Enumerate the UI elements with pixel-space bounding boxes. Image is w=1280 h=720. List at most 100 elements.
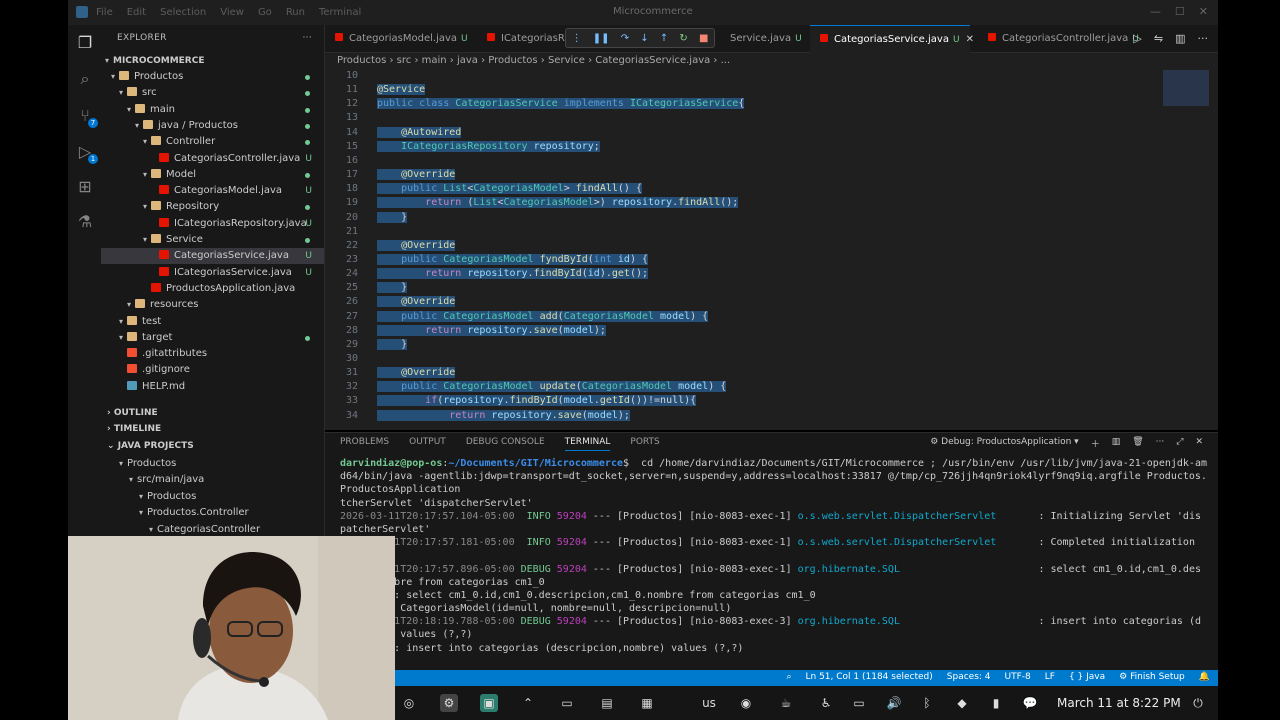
new-terminal-icon[interactable]: ＋ (1091, 437, 1100, 450)
menu-file[interactable]: File (96, 7, 113, 18)
panel-tab-problems[interactable]: PROBLEMS (340, 437, 389, 451)
recorder-app-icon[interactable]: ▤ (598, 694, 616, 712)
editor-tab[interactable]: Service.java U (720, 25, 810, 53)
tree-folder[interactable]: ▾ java / Productos (101, 118, 324, 134)
record-icon[interactable]: ◉ (737, 694, 755, 712)
tree-file[interactable]: CategoriasModel.java U (101, 183, 324, 199)
outline-section[interactable]: › OUTLINE (101, 405, 324, 421)
cursor-position[interactable]: Ln 51, Col 1 (1184 selected) (805, 672, 932, 682)
screen-app-icon[interactable]: ▭ (558, 694, 576, 712)
power-icon[interactable]: ⏻ (1189, 694, 1207, 712)
minimap[interactable] (1163, 70, 1209, 106)
code-line[interactable]: } (377, 281, 408, 295)
language-mode[interactable]: { } Java (1069, 672, 1105, 682)
indentation[interactable]: Spaces: 4 (947, 672, 991, 682)
code-line[interactable]: @Autowired (377, 126, 462, 140)
tree-folder[interactable]: ▾ src (101, 85, 324, 101)
wifi-icon[interactable]: ◆ (953, 694, 971, 712)
terminal-output[interactable]: darvindiaz@pop-os:~/Documents/GIT/Microc… (340, 457, 1210, 655)
more-actions-icon[interactable]: ··· (303, 25, 312, 51)
breadcrumb-item[interactable]: CategoriasService.java (595, 55, 710, 66)
editor-tab[interactable]: CategoriasController.java U (978, 25, 1139, 53)
timeline-section[interactable]: › TIMELINE (101, 421, 324, 437)
tree-file[interactable]: .gitignore (101, 362, 324, 378)
panel-tab-output[interactable]: OUTPUT (409, 437, 446, 451)
tree-file[interactable]: ICategoriasService.java U (101, 265, 324, 281)
battery-icon[interactable]: ▮ (987, 694, 1005, 712)
code-line[interactable]: @Override (377, 168, 456, 182)
menu-edit[interactable]: Edit (127, 7, 146, 18)
menu-go[interactable]: Go (258, 7, 272, 18)
split-editor-icon[interactable]: ▥ (1175, 32, 1185, 45)
trash-icon[interactable]: 🗑 (1132, 437, 1143, 450)
code-line[interactable]: return repository.save(model); (377, 324, 606, 338)
more-icon[interactable]: ··· (1156, 437, 1165, 450)
tree-folder[interactable]: ▾ resources (101, 297, 324, 313)
zoom-icon[interactable]: ⌕ (786, 672, 791, 682)
maximize-panel-icon[interactable]: ⤢ (1176, 437, 1183, 450)
java-project-item[interactable]: ▾ Productos (101, 456, 324, 472)
java-project-item[interactable]: ▾ src/main/java (101, 472, 324, 488)
stop-icon[interactable]: ■ (699, 33, 708, 44)
drag-handle-icon[interactable]: ⋮ (572, 33, 582, 44)
launcher-icon[interactable]: ◎ (400, 694, 418, 712)
project-header[interactable]: ▾ MICROCOMMERCE (101, 53, 324, 69)
keyboard-layout[interactable]: us (695, 694, 723, 712)
breadcrumb-item[interactable]: Service (548, 55, 585, 66)
code-line[interactable]: @Service (377, 83, 426, 97)
menu-run[interactable]: Run (286, 7, 305, 18)
coffee-icon[interactable]: ☕ (777, 694, 795, 712)
menu-selection[interactable]: Selection (160, 7, 206, 18)
explorer-icon[interactable]: ❐ (76, 34, 94, 52)
java-project-item[interactable]: ▾ Productos.Controller (101, 505, 324, 521)
settings-app-icon[interactable]: ⚙ (440, 694, 458, 712)
code-line[interactable]: if(repository.findById(model.getId())!=n… (377, 394, 697, 408)
tree-folder[interactable]: ▾ Controller (101, 134, 324, 150)
step-over-icon[interactable]: ↷ (621, 33, 629, 44)
tree-folder[interactable]: ▾ Repository (101, 199, 324, 215)
code-line[interactable]: } (377, 211, 408, 225)
breadcrumb-item[interactable]: Productos (337, 55, 386, 66)
display-icon[interactable]: ▭ (850, 694, 868, 712)
more-icon[interactable]: ··· (1198, 32, 1209, 45)
tree-folder[interactable]: ▾ Productos (101, 69, 324, 85)
code-line[interactable]: public CategoriasModel fyndById(int id) … (377, 253, 648, 267)
tree-file[interactable]: .gitattributes (101, 346, 324, 362)
tree-folder[interactable]: ▾ Model (101, 167, 324, 183)
volume-icon[interactable]: 🔊 (885, 694, 903, 712)
code-line[interactable]: } (377, 338, 408, 352)
code-line[interactable]: public CategoriasModel add(CategoriasMod… (377, 310, 709, 324)
breadcrumb-item[interactable]: ... (721, 55, 731, 66)
tree-folder[interactable]: ▾ main (101, 102, 324, 118)
menu-view[interactable]: View (220, 7, 244, 18)
tree-folder[interactable]: ▾ Service (101, 232, 324, 248)
split-terminal-icon[interactable]: ▥ (1112, 437, 1121, 450)
bluetooth-icon[interactable]: ᛒ (918, 694, 936, 712)
source-control-icon[interactable]: ⑂ 7 (76, 107, 98, 128)
tree-file[interactable]: ICategoriasRepository.java U (101, 216, 324, 232)
accessibility-icon[interactable]: ♿ (817, 694, 835, 712)
step-into-icon[interactable]: ↓ (640, 33, 648, 44)
editor-tab[interactable]: CategoriasModel.java U (325, 25, 475, 53)
tree-folder[interactable]: ▾ test (101, 314, 324, 330)
clock[interactable]: March 11 at 8:22 PM (1057, 696, 1181, 710)
panel-tab-terminal[interactable]: TERMINAL (564, 437, 611, 451)
code-line[interactable]: @Override (377, 366, 456, 380)
image-app-icon[interactable]: ▣ (480, 694, 498, 712)
search-icon[interactable]: ⌕ (76, 70, 94, 88)
debug-session-label[interactable]: ⚙ Debug: ProductosApplication ▾ (930, 437, 1078, 450)
code-line[interactable]: ICategoriasRepository repository; (377, 140, 600, 154)
code-line[interactable]: public class CategoriasService implement… (377, 97, 745, 111)
compare-icon[interactable]: ⇋ (1154, 32, 1163, 45)
code-line[interactable]: return (List<CategoriasModel>) repositor… (377, 196, 739, 210)
step-out-icon[interactable]: ↑ (660, 33, 668, 44)
editor-tab[interactable]: ICategoriasRe (477, 25, 570, 53)
code-line[interactable]: public CategoriasModel update(Categorias… (377, 380, 727, 394)
tree-file[interactable]: HELP.md (101, 379, 324, 395)
pause-icon[interactable]: ❚❚ (593, 33, 610, 44)
close-tab-icon[interactable]: ✕ (966, 34, 974, 45)
editor-tab[interactable]: CategoriasService.java U ✕ (810, 25, 974, 53)
breadcrumb-item[interactable]: main (422, 55, 447, 66)
code-line[interactable]: @Override (377, 295, 456, 309)
breadcrumb-item[interactable]: java (457, 55, 478, 66)
